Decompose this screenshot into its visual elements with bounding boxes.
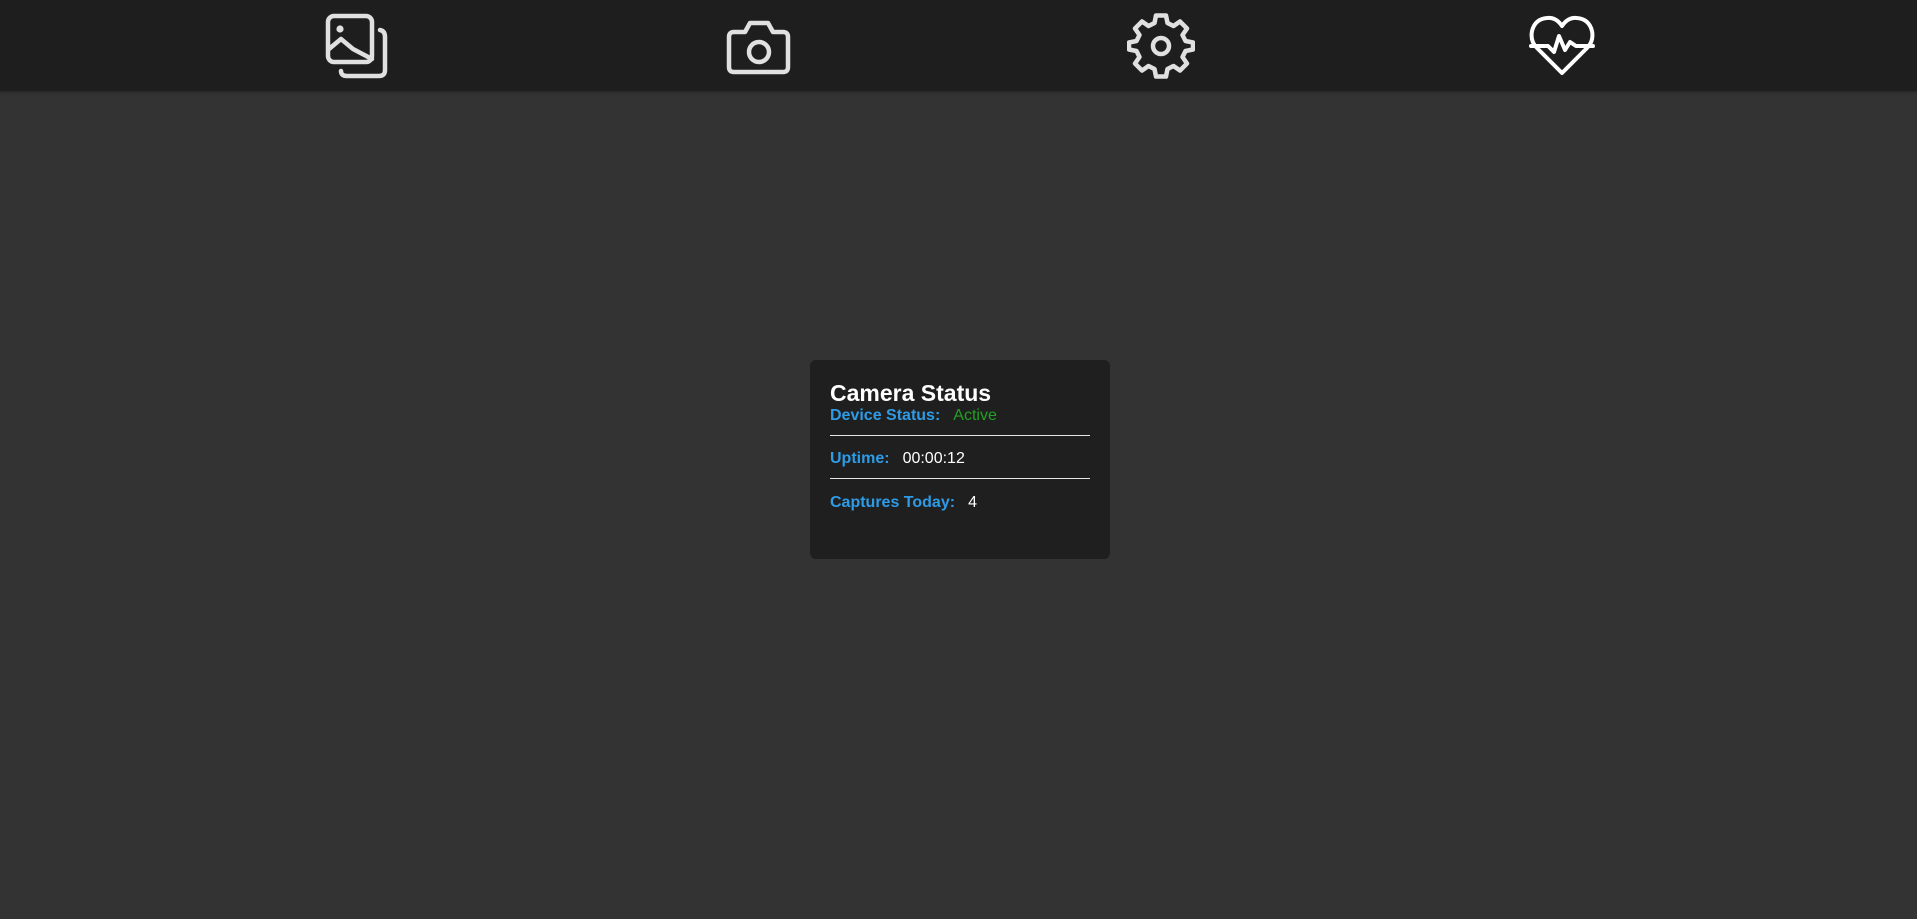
device-status-value: Active xyxy=(953,407,997,424)
gallery-icon xyxy=(325,13,388,79)
captures-value: 4 xyxy=(968,494,977,511)
captures-row: Captures Today: 4 xyxy=(830,494,1090,512)
captures-label: Captures Today: xyxy=(830,494,956,511)
nav-gallery-button[interactable] xyxy=(319,8,395,84)
uptime-row: Uptime: 00:00:12 xyxy=(830,450,1090,468)
uptime-value: 00:00:12 xyxy=(902,450,965,467)
device-status-label: Device Status: xyxy=(830,407,941,424)
nav-camera-button[interactable] xyxy=(721,8,797,84)
heart-pulse-icon xyxy=(1529,15,1595,75)
uptime-label: Uptime: xyxy=(830,450,890,467)
nav-settings-button[interactable] xyxy=(1123,8,1199,84)
divider xyxy=(830,478,1090,479)
camera-status-card: Camera Status Device Status: Active Upti… xyxy=(810,360,1110,559)
camera-icon xyxy=(726,20,791,75)
divider xyxy=(830,435,1090,436)
device-status-row: Device Status: Active xyxy=(830,407,1090,425)
gear-icon xyxy=(1127,13,1195,79)
card-title: Camera Status xyxy=(830,380,992,406)
top-nav-bar xyxy=(0,0,1917,91)
nav-health-button[interactable] xyxy=(1524,8,1600,84)
